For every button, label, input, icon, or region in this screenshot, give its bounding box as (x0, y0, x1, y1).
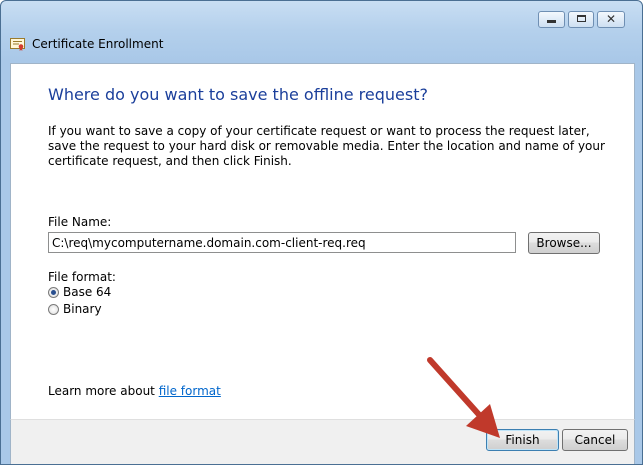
file-name-label: File Name: (48, 215, 112, 229)
radio-binary-label: Binary (63, 302, 102, 316)
minimize-icon (547, 20, 556, 23)
radio-selected-icon[interactable] (48, 287, 59, 298)
radio-unselected-icon[interactable] (48, 304, 59, 315)
file-name-input[interactable] (48, 232, 516, 253)
dialog-window: ✕ Certificate Enrollment Where do you wa… (0, 0, 643, 465)
page-description: If you want to save a copy of your certi… (48, 124, 605, 168)
window-title: Certificate Enrollment (32, 37, 164, 51)
close-button[interactable]: ✕ (597, 11, 625, 28)
content-panel: Where do you want to save the offline re… (10, 63, 635, 420)
close-icon: ✕ (605, 12, 617, 26)
finish-button[interactable]: Finish (486, 429, 559, 451)
file-format-label: File format: (48, 270, 116, 284)
learn-more-text: Learn more about file format (48, 384, 221, 398)
file-format-link[interactable]: file format (159, 384, 221, 398)
cancel-button[interactable]: Cancel (562, 429, 628, 451)
browse-button[interactable]: Browse... (528, 232, 600, 254)
radio-base64-label: Base 64 (63, 285, 112, 299)
minimize-button[interactable] (538, 11, 565, 28)
maximize-button[interactable] (568, 11, 594, 28)
button-bar: Finish Cancel (10, 419, 635, 464)
title-bar: ✕ Certificate Enrollment (1, 1, 642, 61)
certificate-icon (10, 38, 25, 51)
maximize-icon (576, 15, 586, 22)
learn-more-prefix: Learn more about (48, 384, 159, 398)
page-title: Where do you want to save the offline re… (48, 85, 428, 104)
